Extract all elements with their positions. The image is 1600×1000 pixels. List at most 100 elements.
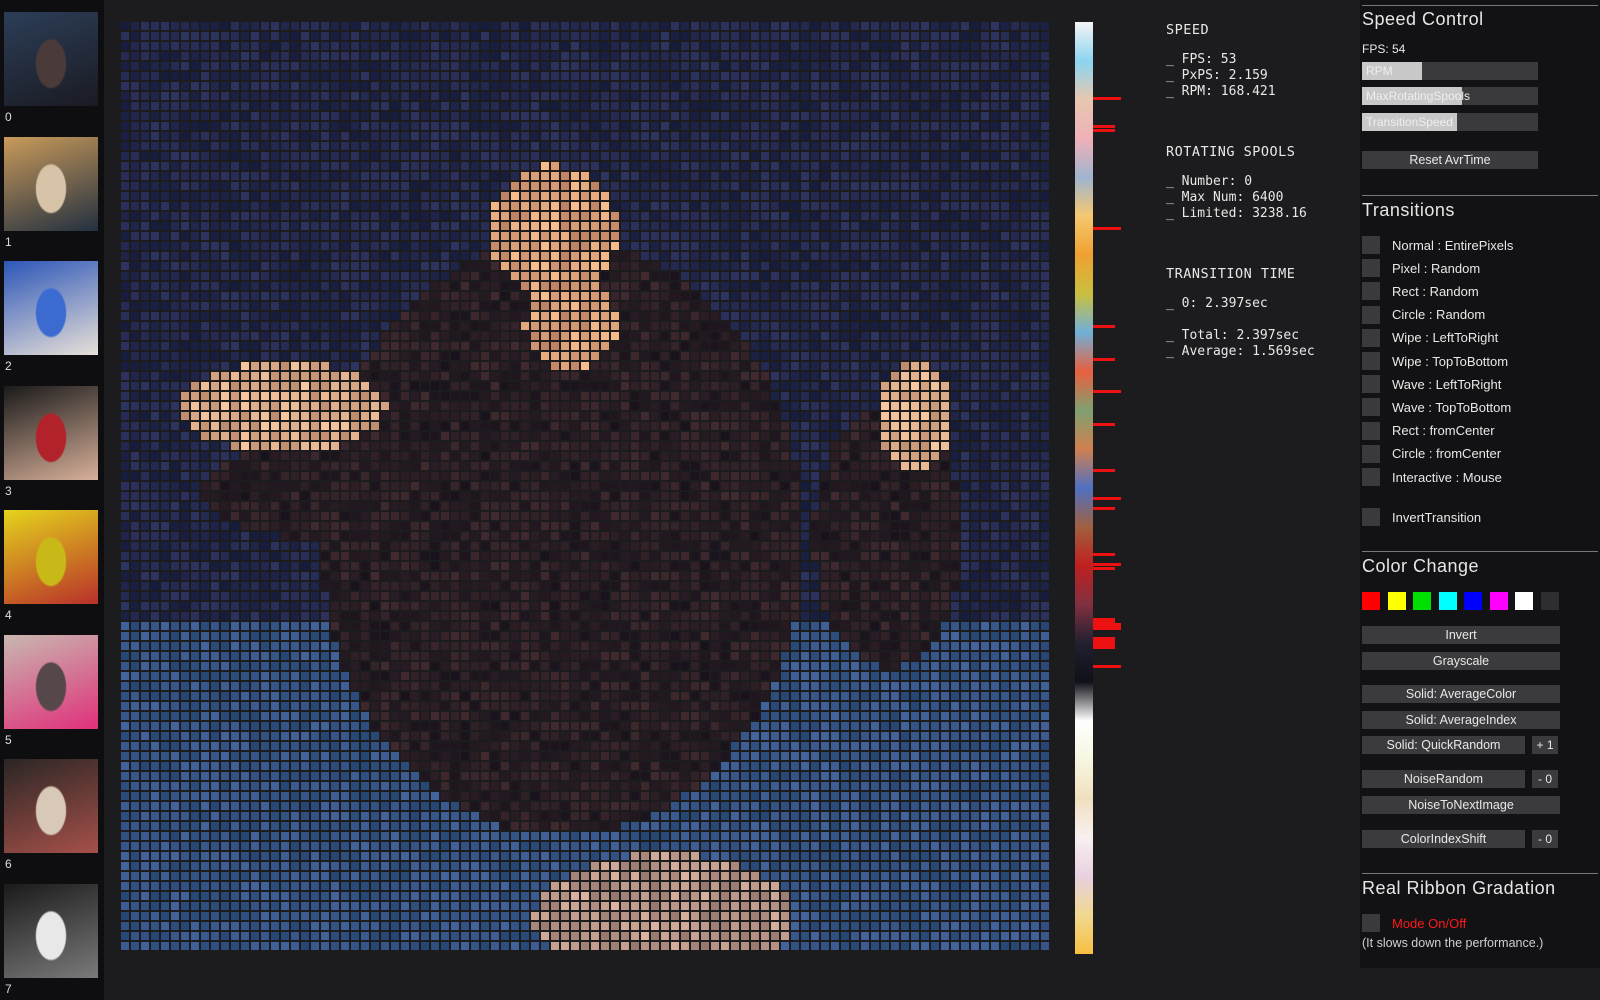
checkbox[interactable]: [1362, 421, 1380, 440]
ribbon-marker: [1093, 641, 1115, 649]
transition-option-label: Rect : fromCenter: [1392, 423, 1495, 439]
color-index-shift-step-button[interactable]: - 0: [1532, 830, 1558, 848]
transition-time-heading: TRANSITION TIME: [1166, 266, 1296, 282]
rpm-slider-label: RPM: [1366, 64, 1393, 78]
ribbon-marker: [1093, 497, 1121, 501]
noise-random-step-button[interactable]: - 0: [1532, 770, 1558, 788]
color-swatch[interactable]: [1540, 592, 1559, 610]
checkbox[interactable]: [1362, 282, 1380, 301]
max-rotating-spools-slider[interactable]: MaxRotatingSpools: [1362, 87, 1538, 105]
reset-avrtime-button[interactable]: Reset AvrTime: [1362, 151, 1538, 169]
ribbon-marker: [1093, 96, 1121, 100]
transition-option[interactable]: Normal : EntirePixels: [1362, 236, 1513, 254]
ribbon-marker: [1093, 129, 1115, 133]
spool-max-readout: _ Max Num: 6400: [1166, 190, 1284, 205]
color-change-title: Color Change: [1362, 556, 1480, 576]
thumbnail-image[interactable]: [4, 385, 98, 480]
checkbox[interactable]: [1362, 398, 1380, 417]
section-divider: [1362, 5, 1598, 6]
transition-option[interactable]: Interactive : Mouse: [1362, 468, 1502, 486]
transition-speed-slider[interactable]: TransitionSpeed: [1362, 113, 1538, 131]
speed-control-title: Speed Control: [1362, 9, 1484, 29]
checkbox[interactable]: [1362, 328, 1380, 347]
transitions-title: Transitions: [1362, 200, 1455, 220]
pxps-readout: _ PxPS: 2.159: [1166, 68, 1268, 83]
transition-option-label: Pixel : Random: [1392, 260, 1481, 276]
checkbox[interactable]: [1362, 444, 1380, 463]
solid-average-index-button[interactable]: Solid: AverageIndex: [1362, 711, 1560, 729]
transition-option[interactable]: Circle : Random: [1362, 305, 1486, 324]
transition-option-label: Wipe : LeftToRight: [1392, 330, 1499, 346]
checkbox[interactable]: [1362, 914, 1380, 932]
thumbnail-image[interactable]: [4, 510, 98, 604]
color-swatch[interactable]: [1438, 592, 1457, 610]
thumbnail-image[interactable]: [4, 261, 98, 355]
color-swatch[interactable]: [1387, 592, 1406, 610]
checkbox[interactable]: [1362, 305, 1380, 324]
thumbnail-index: 3: [5, 483, 12, 498]
checkbox[interactable]: [1362, 259, 1380, 278]
checkbox[interactable]: [1362, 508, 1380, 526]
checkbox[interactable]: [1362, 236, 1380, 254]
color-swatch[interactable]: [1515, 592, 1533, 610]
thumbnail-index: 6: [5, 857, 12, 871]
transition-option[interactable]: Wave : LeftToRight: [1362, 375, 1502, 394]
image-thumbnail-strip: 0 1 2 3 4 5 6 7: [0, 0, 104, 1000]
ribbon-marker: [1093, 623, 1121, 631]
ribbon-mode-label: Mode On/Off: [1392, 915, 1467, 931]
transition-option[interactable]: Rect : Random: [1362, 282, 1479, 301]
thumbnail-index: 7: [5, 981, 12, 996]
transition-option[interactable]: Wave : TopToBottom: [1362, 398, 1511, 417]
noise-to-next-image-button[interactable]: NoiseToNextImage: [1362, 796, 1560, 814]
max-rotating-spools-slider-label: MaxRotatingSpools: [1366, 89, 1471, 103]
ribbon-markers: [1093, 22, 1123, 954]
checkbox[interactable]: [1362, 468, 1380, 486]
ribbon-marker: [1093, 227, 1121, 231]
thumbnail-image[interactable]: [4, 12, 98, 106]
fps-readout: _ FPS: 53: [1166, 52, 1237, 67]
speed-heading: SPEED: [1166, 22, 1210, 38]
ribbon-marker: [1093, 562, 1121, 566]
rpm-readout: _ RPM: 168.421: [1166, 84, 1276, 99]
color-swatch[interactable]: [1489, 592, 1508, 610]
checkbox[interactable]: [1362, 352, 1380, 370]
thumbnail-index: 1: [5, 234, 12, 249]
quick-random-step-button[interactable]: + 1: [1532, 736, 1558, 754]
invert-transition-toggle[interactable]: InvertTransition: [1362, 508, 1481, 526]
thumbnail-image[interactable]: [4, 634, 98, 729]
color-swatch[interactable]: [1362, 592, 1380, 610]
ribbon-mode-toggle[interactable]: Mode On/Off: [1362, 914, 1466, 932]
transition-option[interactable]: Rect : fromCenter: [1362, 421, 1495, 440]
thumbnail-image[interactable]: [4, 759, 98, 853]
thumbnail-image[interactable]: [4, 883, 98, 978]
checkbox[interactable]: [1362, 375, 1380, 394]
solid-average-color-button[interactable]: Solid: AverageColor: [1362, 685, 1560, 703]
ribbon-marker: [1093, 506, 1115, 510]
ribbon-marker: [1093, 390, 1121, 394]
solid-quick-random-button[interactable]: Solid: QuickRandom: [1362, 736, 1525, 754]
thumbnail-index: 4: [5, 608, 12, 622]
transition-option[interactable]: Pixel : Random: [1362, 259, 1481, 278]
color-swatch[interactable]: [1413, 592, 1431, 610]
transition-option[interactable]: Circle : fromCenter: [1362, 444, 1501, 463]
ribbon-marker: [1093, 553, 1115, 557]
thumbnail-image[interactable]: [4, 136, 98, 231]
color-index-shift-button[interactable]: ColorIndexShift: [1362, 830, 1525, 848]
control-panel: Speed Control FPS: 54 RPM MaxRotatingSpo…: [1360, 0, 1600, 968]
invert-button[interactable]: Invert: [1362, 626, 1560, 644]
color-ribbon: [1075, 22, 1093, 954]
rpm-slider[interactable]: RPM: [1362, 62, 1538, 80]
grayscale-button[interactable]: Grayscale: [1362, 652, 1560, 670]
transition-option-label: Wave : LeftToRight: [1392, 376, 1502, 392]
performance-note: (It slows down the performance.): [1362, 936, 1544, 950]
thumbnail-index: 2: [5, 359, 12, 373]
transition-option[interactable]: Wipe : TopToBottom: [1362, 352, 1508, 370]
pixel-mosaic-canvas[interactable]: [121, 22, 1051, 952]
section-divider: [1362, 873, 1598, 874]
ribbon-marker: [1093, 324, 1115, 328]
noise-random-button[interactable]: NoiseRandom: [1362, 770, 1525, 788]
ribbon-marker: [1093, 422, 1115, 426]
transition-option[interactable]: Wipe : LeftToRight: [1362, 328, 1499, 347]
transition-option-label: Circle : Random: [1392, 307, 1486, 323]
color-swatch[interactable]: [1464, 592, 1482, 610]
